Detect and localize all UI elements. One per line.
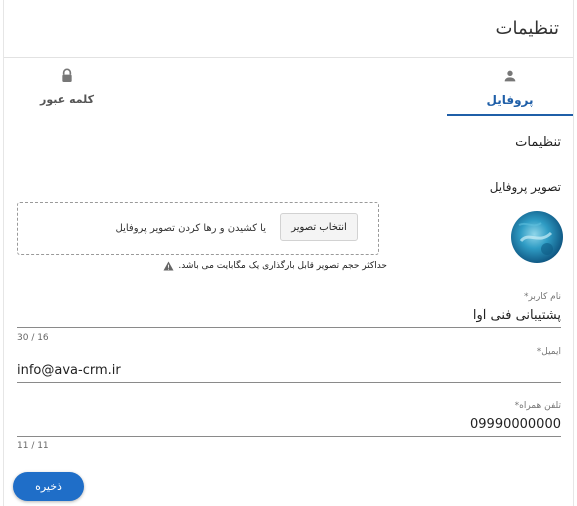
tab-password-label: کلمه عبور xyxy=(40,93,94,106)
username-char-counter: 30 / 16 xyxy=(17,333,49,343)
username-field: نام کاربر* 30 / 16 xyxy=(17,292,561,346)
tab-active-indicator xyxy=(447,114,573,116)
phone-input[interactable] xyxy=(17,414,561,434)
tab-profile-label: پروفایل xyxy=(486,93,534,107)
tab-profile[interactable]: پروفایل xyxy=(447,58,573,116)
section-title: تنظیمات xyxy=(515,135,561,150)
profile-image-label: تصویر پروفایل xyxy=(489,180,561,194)
page-title: تنظیمات xyxy=(495,18,559,39)
email-label: ایمیل* xyxy=(536,347,561,357)
phone-char-counter: 11 / 11 xyxy=(17,441,49,451)
person-icon xyxy=(504,70,516,82)
email-underline xyxy=(17,382,561,383)
lock-icon xyxy=(62,68,72,82)
tab-password[interactable]: کلمه عبور xyxy=(4,58,130,116)
upload-warning: حداکثر حجم تصویر قابل بارگذاری یک مگابای… xyxy=(163,261,387,271)
warning-icon xyxy=(163,261,174,271)
tab-bar: پروفایل کلمه عبور xyxy=(4,58,573,116)
email-input[interactable] xyxy=(17,360,561,380)
choose-image-button[interactable]: انتخاب تصویر xyxy=(280,213,358,241)
phone-field: تلفن همراه* 11 / 11 xyxy=(17,401,561,455)
email-field: ایمیل* xyxy=(17,347,561,387)
save-button[interactable]: ذخیره xyxy=(13,472,84,501)
upload-warning-text: حداکثر حجم تصویر قابل بارگذاری یک مگابای… xyxy=(178,261,387,271)
username-underline xyxy=(17,327,561,328)
username-label: نام کاربر* xyxy=(523,292,561,302)
settings-panel: تنظیمات پروفایل کلمه عبور تنظیمات تصویر … xyxy=(3,0,574,506)
username-input[interactable] xyxy=(17,305,561,325)
phone-underline xyxy=(17,436,561,437)
phone-label: تلفن همراه* xyxy=(514,401,561,411)
avatar[interactable] xyxy=(511,211,563,263)
dropzone-hint: یا کشیدن و رها کردن تصویر پروفایل xyxy=(115,223,266,234)
avatar-image xyxy=(511,211,563,263)
image-dropzone[interactable]: انتخاب تصویر یا کشیدن و رها کردن تصویر پ… xyxy=(17,202,379,255)
